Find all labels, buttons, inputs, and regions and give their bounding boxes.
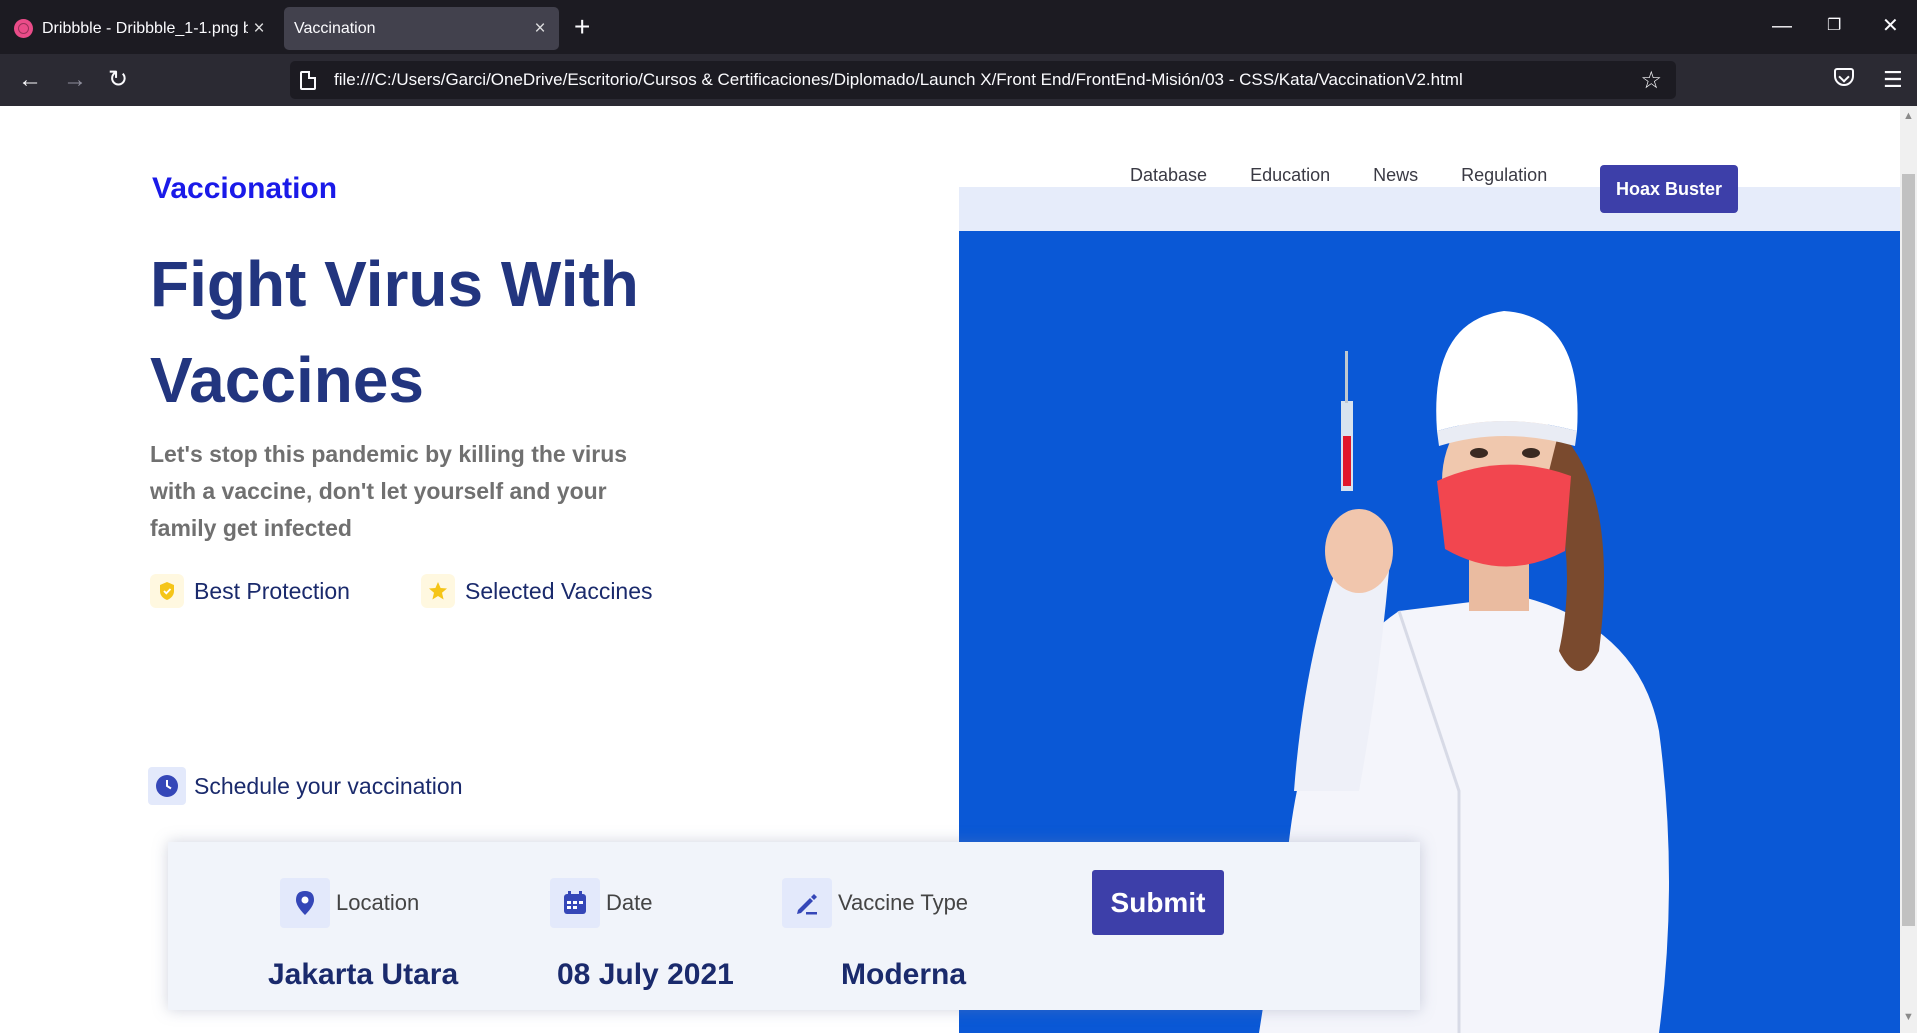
vaccine-type-label: Vaccine Type	[838, 890, 969, 915]
forward-icon[interactable]: →	[63, 66, 87, 94]
calendar-icon	[550, 878, 600, 928]
star-icon	[421, 574, 455, 608]
vaccine-type-field[interactable]: Vaccine Type	[782, 878, 968, 928]
scrollbar[interactable]: ▲ ▼	[1900, 106, 1917, 1033]
tab-title: Vaccination	[294, 19, 376, 37]
dribbble-icon	[14, 19, 33, 38]
page-icon	[300, 70, 316, 90]
feature-label: Best Protection	[194, 577, 350, 604]
nav-education[interactable]: Education	[1250, 165, 1330, 186]
feature-best-protection: Best Protection	[150, 574, 350, 608]
restore-icon[interactable]: ❐	[1827, 14, 1841, 38]
reload-icon[interactable]: ↻	[108, 66, 128, 94]
pocket-icon[interactable]	[1834, 68, 1854, 86]
main-nav: Database Education News Regulation	[1130, 165, 1590, 186]
close-icon[interactable]: ×	[248, 18, 270, 40]
browser-tab-bar: Dribbble - Dribbble_1-1.png by × Vaccina…	[0, 0, 1917, 54]
schedule-heading: Schedule your vaccination	[148, 767, 463, 805]
close-icon[interactable]: ×	[529, 18, 551, 40]
clock-icon	[148, 767, 186, 805]
location-pin-icon	[280, 878, 330, 928]
feature-label: Selected Vaccines	[465, 577, 653, 604]
nav-regulation[interactable]: Regulation	[1461, 165, 1547, 186]
hero-title: Fight Virus With Vaccines	[150, 248, 639, 416]
scroll-down-icon[interactable]: ▼	[1903, 1011, 1914, 1023]
date-label: Date	[606, 890, 653, 915]
schedule-label: Schedule your vaccination	[194, 772, 463, 799]
tab-vaccination[interactable]: Vaccination ×	[284, 7, 559, 50]
bookmark-star-icon[interactable]: ☆	[1640, 66, 1662, 95]
schedule-form-card: Location Jakarta Utara Date 08 July 2021…	[168, 842, 1420, 1010]
menu-icon[interactable]: ☰	[1883, 67, 1903, 93]
url-text[interactable]: file:///C:/Users/Garci/OneDrive/Escritor…	[334, 70, 1640, 90]
back-icon[interactable]: ←	[18, 66, 42, 94]
location-value[interactable]: Jakarta Utara	[268, 958, 458, 992]
minimize-icon[interactable]: —	[1772, 14, 1792, 38]
browser-toolbar: ← → ↻ file:///C:/Users/Garci/OneDrive/Es…	[0, 54, 1917, 106]
vaccine-type-value[interactable]: Moderna	[841, 958, 966, 992]
shield-icon	[150, 574, 184, 608]
location-field[interactable]: Location	[280, 878, 419, 928]
feature-selected-vaccines: Selected Vaccines	[421, 574, 653, 608]
date-value[interactable]: 08 July 2021	[557, 958, 734, 992]
nav-news[interactable]: News	[1373, 165, 1418, 186]
scrollbar-thumb[interactable]	[1902, 174, 1915, 926]
pen-icon	[782, 878, 832, 928]
date-field[interactable]: Date	[550, 878, 652, 928]
close-window-icon[interactable]: ✕	[1882, 14, 1899, 38]
location-label: Location	[336, 890, 420, 915]
brand-logo[interactable]: Vaccionation	[152, 172, 337, 206]
nav-database[interactable]: Database	[1130, 165, 1207, 186]
hoax-buster-button[interactable]: Hoax Buster	[1600, 165, 1738, 213]
new-tab-button[interactable]: +	[574, 13, 590, 41]
tab-title: Dribbble - Dribbble_1-1.png by	[42, 19, 248, 37]
submit-button[interactable]: Submit	[1092, 870, 1224, 935]
photo-band	[959, 187, 1900, 231]
tab-dribbble[interactable]: Dribbble - Dribbble_1-1.png by ×	[8, 7, 278, 50]
scroll-up-icon[interactable]: ▲	[1903, 110, 1914, 122]
hero-description: Let's stop this pandemic by killing the …	[150, 441, 628, 541]
url-bar[interactable]: file:///C:/Users/Garci/OneDrive/Escritor…	[290, 61, 1676, 99]
page-viewport: Vaccionation Fight Virus With Vaccines L…	[0, 106, 1900, 1033]
